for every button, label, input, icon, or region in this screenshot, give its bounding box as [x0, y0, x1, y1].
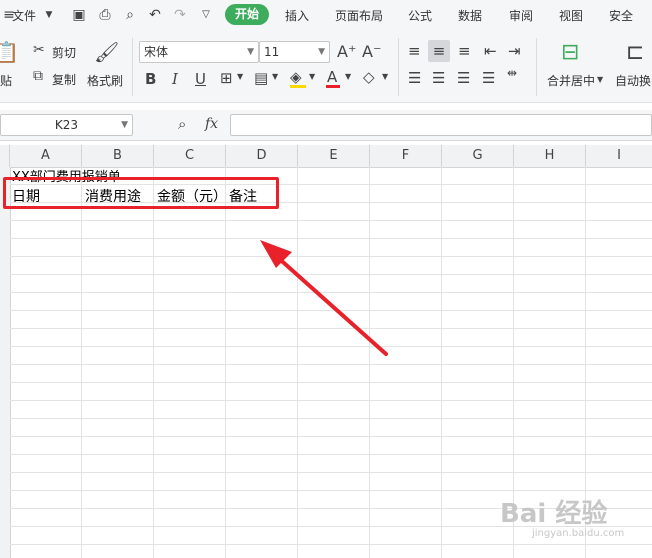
ribbon-divider	[132, 38, 133, 96]
redo-icon[interactable]: ↷	[171, 6, 189, 24]
font-size-value: 11	[264, 45, 280, 59]
select-all-corner[interactable]	[0, 145, 10, 167]
chevron-down-icon[interactable]: ▼	[309, 72, 315, 81]
quick-access-dropdown-icon[interactable]: ▽	[197, 6, 215, 24]
ribbon-divider	[398, 38, 399, 96]
italic-button[interactable]: I	[172, 70, 178, 88]
print-icon[interactable]: ⎙	[96, 6, 114, 24]
border-icon[interactable]: ⊞	[220, 69, 233, 87]
tab-data[interactable]: 数据	[458, 7, 482, 24]
column-header-e[interactable]: E	[298, 145, 370, 167]
paste-icon[interactable]: 📋	[0, 40, 19, 64]
chevron-down-icon[interactable]: ▼	[382, 72, 388, 81]
chevron-down-icon[interactable]: ▼	[272, 72, 278, 81]
tab-formula[interactable]: 公式	[408, 7, 432, 24]
formula-input[interactable]	[230, 114, 652, 136]
column-header-i[interactable]: I	[586, 145, 652, 167]
increase-indent-icon[interactable]: ⇥	[508, 42, 521, 60]
align-left-icon[interactable]: ☰	[408, 69, 421, 87]
fill-color-swatch	[290, 85, 306, 88]
copy-label[interactable]: 复制	[52, 71, 76, 88]
chevron-down-icon: ▼	[247, 47, 254, 57]
print-preview-icon[interactable]: ⌕	[121, 6, 139, 24]
tab-page-layout[interactable]: 页面布局	[335, 7, 383, 24]
column-header-a[interactable]: A	[10, 145, 82, 167]
wrap-text-label[interactable]: 自动换	[615, 72, 651, 89]
fill-color-icon[interactable]: ◈	[290, 68, 302, 86]
chevron-down-icon: ▼	[121, 120, 128, 130]
chevron-down-icon[interactable]: ▼	[345, 72, 351, 81]
ribbon-divider	[536, 38, 537, 96]
column-header-f[interactable]: F	[370, 145, 442, 167]
column-header-d[interactable]: D	[226, 145, 298, 167]
align-right-icon[interactable]: ☰	[457, 69, 470, 87]
undo-icon[interactable]: ↶	[146, 6, 164, 24]
cut-label[interactable]: 剪切	[52, 44, 76, 61]
font-name-select[interactable]: 宋体 ▼	[139, 41, 259, 63]
align-center-icon[interactable]: ☰	[432, 69, 445, 87]
annotation-highlight-box	[3, 177, 279, 209]
column-header-g[interactable]: G	[442, 145, 514, 167]
font-size-select[interactable]: 11 ▼	[259, 41, 330, 63]
distributed-align-icon[interactable]: ⇹	[507, 66, 517, 80]
name-box[interactable]: K23 ▼	[0, 114, 133, 136]
fx-button[interactable]: fx	[205, 116, 218, 132]
font-color-swatch	[326, 85, 340, 88]
zoom-icon[interactable]: ⌕	[178, 115, 186, 133]
wrap-text-icon[interactable]: ⊏	[626, 40, 644, 65]
increase-font-icon[interactable]: A⁺	[337, 42, 356, 61]
decrease-font-icon[interactable]: A⁻	[362, 42, 381, 61]
column-header-b[interactable]: B	[82, 145, 154, 167]
watermark-url: jingyan.baidu.com	[532, 528, 625, 539]
font-color-icon[interactable]: A	[327, 68, 337, 86]
underline-button[interactable]: U	[195, 70, 206, 88]
ribbon: 📋 贴 ✂ 剪切 ⧉ 复制 🖌 格式刷 宋体 ▼ 11 ▼ A⁺ A⁻ B I …	[0, 30, 652, 103]
tab-start[interactable]: 开始	[225, 4, 269, 25]
menu-bar: ≡ 文件 ▼ ▣ ⎙ ⌕ ↶ ↷ ▽ 开始 插入 页面布局 公式 数据 审阅 视…	[0, 0, 652, 30]
eraser-icon[interactable]: ◇	[363, 68, 375, 86]
column-header-c[interactable]: C	[154, 145, 226, 167]
name-box-value: K23	[54, 118, 79, 132]
chevron-down-icon[interactable]: ▼	[597, 75, 603, 84]
chevron-down-icon[interactable]: ▼	[237, 72, 243, 81]
bold-button[interactable]: B	[145, 70, 156, 88]
paste-label[interactable]: 贴	[0, 72, 12, 89]
merge-center-icon[interactable]: ⊟	[561, 40, 579, 65]
file-dropdown-icon[interactable]: ▼	[40, 6, 58, 24]
annotation-arrow	[260, 240, 388, 356]
tab-insert[interactable]: 插入	[285, 7, 309, 24]
tab-security[interactable]: 安全	[609, 7, 633, 24]
formula-bar: K23 ▼ ⌕ fx	[0, 110, 652, 141]
chevron-down-icon: ▼	[318, 47, 325, 57]
format-painter-label[interactable]: 格式刷	[87, 72, 123, 89]
merge-center-label[interactable]: 合并居中	[547, 72, 595, 89]
column-header-h[interactable]: H	[514, 145, 586, 167]
copy-icon[interactable]: ⧉	[33, 68, 43, 84]
format-painter-icon[interactable]: 🖌	[94, 40, 119, 64]
file-menu[interactable]: 文件	[12, 7, 36, 24]
align-bottom-icon[interactable]: ≡	[458, 42, 471, 60]
watermark-logo: Bai 经验	[500, 499, 608, 529]
cut-icon[interactable]: ✂	[33, 42, 45, 58]
decrease-indent-icon[interactable]: ⇤	[484, 42, 497, 60]
fill-pattern-icon[interactable]: ▤	[254, 69, 268, 87]
font-name-value: 宋体	[144, 45, 169, 59]
justify-icon[interactable]: ☰	[482, 69, 495, 87]
align-top-icon[interactable]: ≡	[408, 42, 421, 60]
tab-view[interactable]: 视图	[559, 7, 583, 24]
arrow-shaft	[273, 253, 388, 356]
tab-review[interactable]: 审阅	[509, 7, 533, 24]
save-icon[interactable]: ▣	[70, 6, 88, 24]
align-middle-icon[interactable]: ≡	[428, 40, 450, 62]
column-header-row: A B C D E F G H I	[0, 145, 652, 168]
